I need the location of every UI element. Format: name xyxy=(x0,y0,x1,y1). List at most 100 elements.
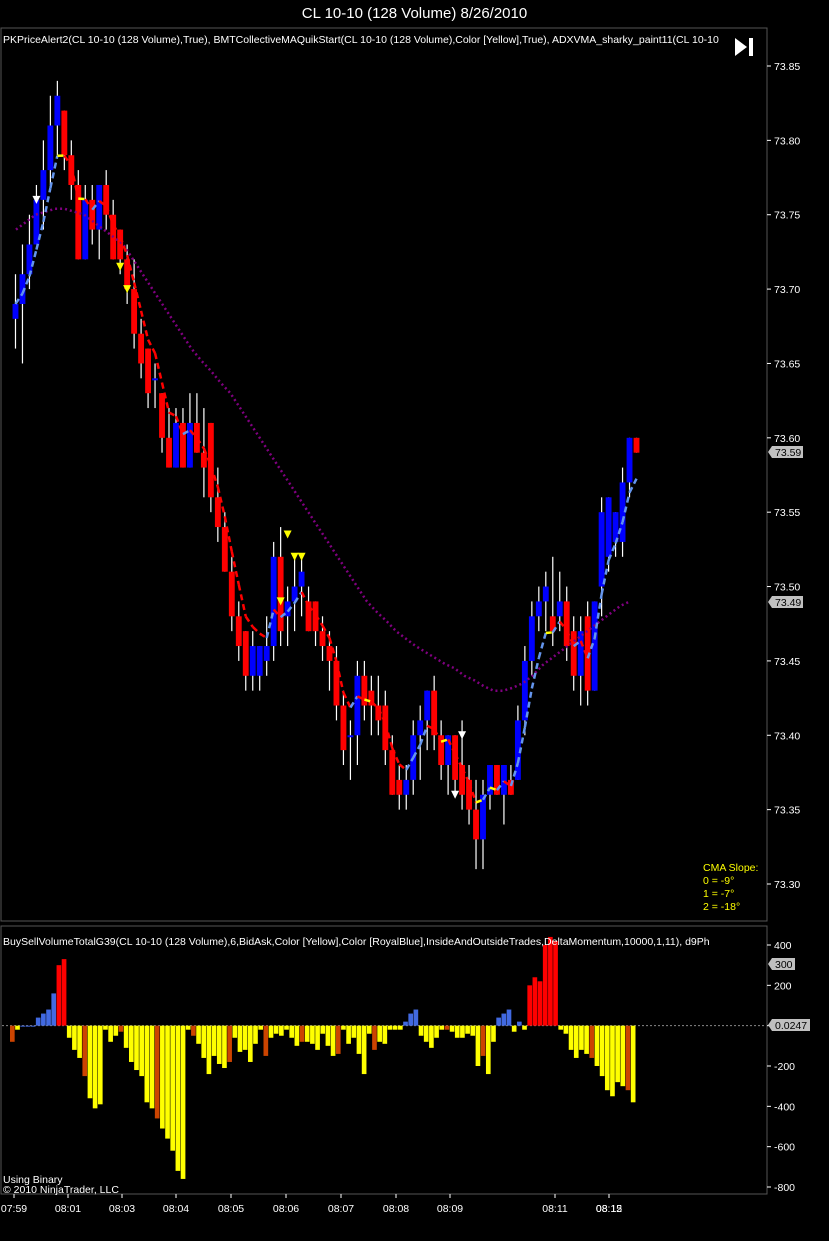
volume-bar xyxy=(20,1025,26,1027)
time-tick-label: 08:09 xyxy=(437,1203,463,1215)
candle-body xyxy=(124,259,131,290)
time-tick-label: 08:04 xyxy=(163,1203,189,1215)
volume-bar xyxy=(320,1025,326,1034)
volume-bar xyxy=(511,1025,517,1032)
volume-bar xyxy=(408,1013,414,1026)
volume-bar xyxy=(434,1025,439,1038)
cma-slope-line-0: 0 = -9° xyxy=(703,875,734,887)
candle-body xyxy=(528,616,535,661)
volume-bar xyxy=(30,1025,36,1027)
volume-bar xyxy=(470,1025,476,1036)
volume-bar xyxy=(398,1025,403,1030)
price-indicator-label: PKPriceAlert2(CL 10-10 (128 Volume),True… xyxy=(3,34,719,46)
candle-body xyxy=(319,631,326,647)
volume-zero-tag: 0.0247 xyxy=(768,1019,810,1032)
ma-value-label: 73.49 xyxy=(775,597,801,609)
volume-bar xyxy=(273,1025,279,1034)
candle-body xyxy=(633,437,640,453)
cma-slope-line-1: 1 = -7° xyxy=(703,888,734,900)
time-tick-label: 08:07 xyxy=(328,1203,354,1215)
price-tick-label: 73.85 xyxy=(774,61,800,73)
candle-body xyxy=(403,779,410,795)
candle-body xyxy=(340,705,347,751)
volume-bar xyxy=(356,1025,362,1054)
volume-bar xyxy=(304,1025,310,1042)
play-next-icon[interactable] xyxy=(733,36,757,58)
adxvma-segment xyxy=(545,631,553,635)
time-tick-label: 08:03 xyxy=(109,1203,135,1215)
volume-bar xyxy=(175,1025,181,1171)
volume-bar xyxy=(242,1025,248,1050)
candle-body xyxy=(145,348,151,394)
candle-body xyxy=(270,556,277,647)
candle-body xyxy=(47,125,54,171)
volume-bar xyxy=(517,1021,522,1026)
volume-bar xyxy=(56,965,62,1026)
volume-bar xyxy=(180,1025,186,1179)
footer-line-1: © 2010 NinjaTrader, LLC xyxy=(3,1184,119,1196)
candle-body xyxy=(598,512,605,587)
volume-tick-label: -400 xyxy=(774,1101,795,1113)
candle-body xyxy=(61,110,68,156)
volume-bar xyxy=(51,993,57,1026)
price-tick-label: 73.50 xyxy=(774,582,800,594)
volume-bar xyxy=(548,936,553,1026)
volume-bar xyxy=(325,1025,331,1046)
volume-bar xyxy=(82,1025,88,1077)
time-tick-label: 08:01 xyxy=(55,1203,81,1215)
volume-bar xyxy=(123,1025,129,1048)
volume-tick-label: 200 xyxy=(774,980,792,992)
price-tick-label: 73.40 xyxy=(774,730,800,742)
volume-bar xyxy=(227,1025,232,1062)
volume-bar xyxy=(604,1025,610,1091)
time-tick-label: 08:11 xyxy=(542,1203,568,1215)
volume-bar xyxy=(77,1025,82,1058)
volume-bar xyxy=(429,1025,434,1048)
price-tick-label: 73.45 xyxy=(774,656,800,668)
volume-bar xyxy=(491,1025,496,1042)
candle-body xyxy=(40,170,47,200)
price-panel xyxy=(0,27,768,922)
candle-body xyxy=(263,646,270,661)
candle-body xyxy=(389,750,396,795)
volume-tick-label: 400 xyxy=(774,940,792,952)
candle-body xyxy=(570,631,577,676)
candle-body xyxy=(424,690,431,721)
volume-bar xyxy=(563,1025,569,1034)
volume-tick-label: -200 xyxy=(774,1061,795,1073)
volume-bar xyxy=(134,1025,139,1071)
volume-bar xyxy=(232,1025,238,1038)
time-tick-label: 08:08 xyxy=(383,1203,409,1215)
volume-bar xyxy=(377,1025,382,1042)
volume-bar xyxy=(118,1025,124,1032)
volume-bar xyxy=(10,1025,15,1042)
volume-bar xyxy=(268,1025,274,1038)
volume-bar xyxy=(599,1025,605,1077)
volume-bar xyxy=(537,981,543,1026)
candle-body xyxy=(347,735,354,738)
volume-tick-label: -800 xyxy=(774,1182,795,1194)
volume-bar xyxy=(211,1025,217,1056)
price-y-axis: 73.85 73.80 73.75 73.70 73.65 73.60 73.55 73.50… xyxy=(767,61,800,891)
candle-body xyxy=(173,422,179,468)
volume-bar xyxy=(160,1025,165,1129)
price-tick-label: 73.70 xyxy=(774,284,800,296)
candle-body xyxy=(556,601,563,617)
volume-bar xyxy=(485,1025,491,1075)
volume-bar xyxy=(294,1025,300,1046)
volume-bar xyxy=(247,1025,253,1062)
volume-bar xyxy=(139,1025,144,1077)
volume-zero-label: 0.0247 xyxy=(775,1020,807,1032)
volume-bar xyxy=(454,1025,460,1038)
volume-bar xyxy=(66,1025,72,1038)
price-tick-label: 73.80 xyxy=(774,135,800,147)
volume-bar xyxy=(315,1025,320,1050)
volume-bar xyxy=(423,1025,429,1042)
volume-bar xyxy=(170,1025,176,1151)
candle-body xyxy=(89,199,96,230)
volume-bar xyxy=(46,1009,51,1026)
volume-bar xyxy=(108,1025,113,1042)
volume-bar xyxy=(532,977,538,1026)
volume-bar xyxy=(351,1025,357,1038)
volume-bar xyxy=(165,1025,170,1139)
